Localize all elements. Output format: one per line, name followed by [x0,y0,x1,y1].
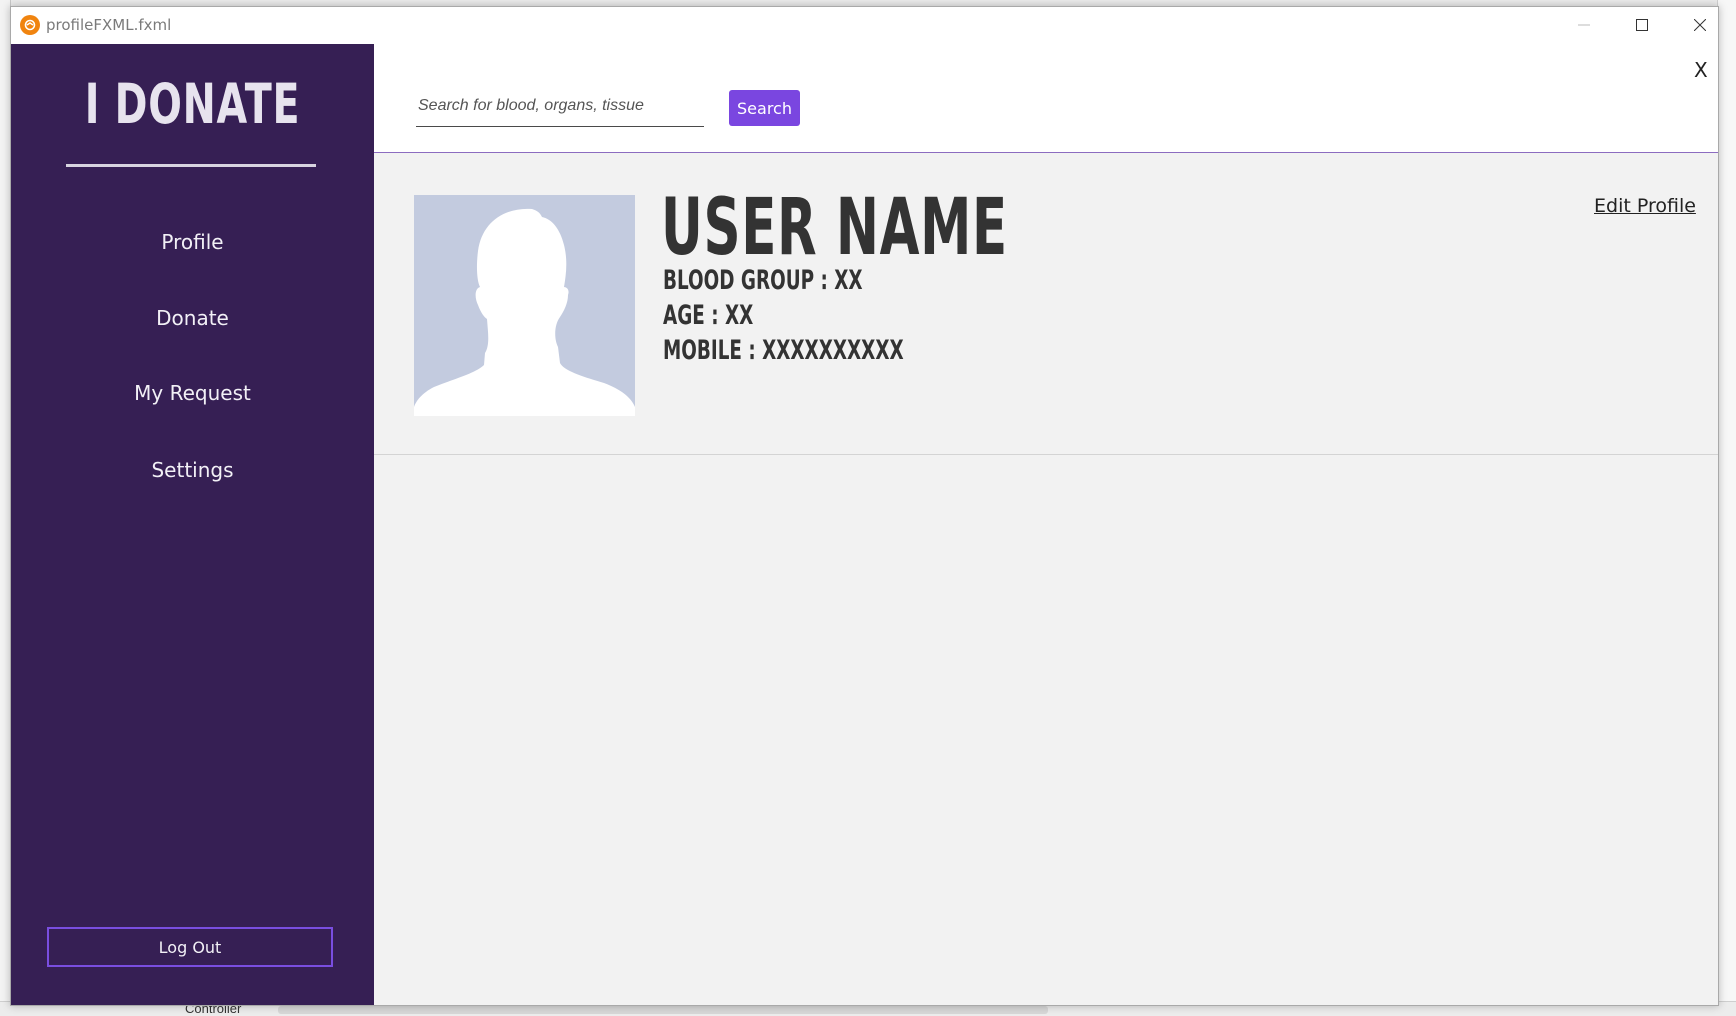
blood-group-text: BLOOD GROUP : XX [663,265,863,296]
sidebar-item-donate[interactable]: Donate [11,306,374,330]
title-bar: profileFXML.fxml [11,7,1718,43]
maximize-icon [1636,19,1648,31]
profile-card: USER NAME BLOOD GROUP : XX AGE : XX MOBI… [374,153,1718,455]
close-view-button[interactable]: X [1694,58,1708,82]
brand-title: I DONATE [84,72,301,136]
header: Search X [374,44,1718,153]
app-logo-icon [20,15,40,35]
window-close-button[interactable] [1671,7,1729,43]
avatar [414,195,635,416]
background-scrollbar[interactable] [278,1006,1048,1014]
logout-button[interactable]: Log Out [47,927,333,967]
search-input[interactable] [416,90,708,122]
close-icon [1694,19,1706,31]
minimize-icon [1578,24,1590,26]
search-button[interactable]: Search [729,90,800,126]
minimize-button[interactable] [1555,7,1613,43]
window-title: profileFXML.fxml [46,16,172,34]
age-text: AGE : XX [663,300,754,331]
search-field-wrapper [416,90,708,127]
sidebar-item-my-request[interactable]: My Request [11,381,374,405]
sidebar: I DONATE Profile Donate My Request Setti… [11,44,374,1005]
mobile-text: MOBILE : XXXXXXXXXX [663,335,904,366]
background-ide-right-panel [1717,0,1736,1016]
sidebar-item-settings[interactable]: Settings [11,458,374,482]
main-content: USER NAME BLOOD GROUP : XX AGE : XX MOBI… [374,153,1718,1005]
sidebar-item-profile[interactable]: Profile [11,230,374,254]
edit-profile-link[interactable]: Edit Profile [1594,195,1696,217]
app-window: profileFXML.fxml I DONATE Profile Donate… [10,6,1719,1006]
brand-divider [66,164,316,167]
user-name: USER NAME [661,183,1008,273]
maximize-button[interactable] [1613,7,1671,43]
user-silhouette-icon [414,208,635,416]
